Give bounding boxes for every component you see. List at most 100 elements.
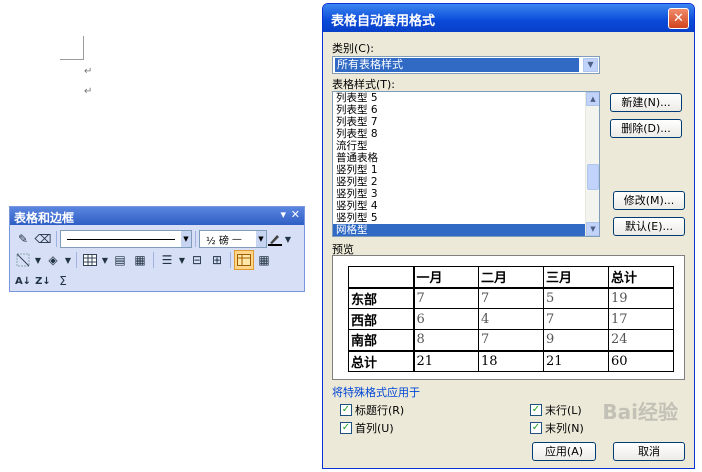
sort-descending-icon[interactable]: Z↓ [33, 271, 53, 291]
table-autoformat-icon[interactable] [234, 250, 254, 270]
toolbar-row-2: ▼ ◈ ▼ ▼ ▤ ▦ ☰ ▼ ⊟ ⊞ ▦ [13, 249, 274, 271]
style-list-item[interactable]: 普通表格 [333, 152, 599, 164]
style-list-item[interactable]: 列表型 7 [333, 116, 599, 128]
table-cell: 南部 [348, 329, 415, 351]
table-row: 西部 6 4 7 17 [348, 308, 674, 330]
page-corner-marker [60, 36, 84, 60]
style-list-item[interactable]: 列表型 6 [333, 104, 599, 116]
toolbar-close-icon[interactable]: ✕ [291, 208, 300, 221]
style-list-item[interactable]: 网格型 [333, 224, 599, 236]
toolbar-options-icon[interactable]: ▾ [280, 208, 286, 221]
style-scrollbar[interactable]: ▲ ▼ [585, 92, 599, 236]
toolbar-separator [56, 231, 57, 247]
checkbox-check-icon: ✓ [530, 422, 542, 434]
table-cell: 21 [413, 349, 479, 372]
default-button[interactable]: 默认(E)... [613, 217, 685, 236]
table-row: 一月 二月 三月 总计 [348, 266, 674, 289]
last-column-label: 末列(N) [545, 422, 584, 435]
eraser-icon[interactable]: ⌫ [33, 229, 53, 249]
checkbox-check-icon: ✓ [530, 404, 542, 416]
table-cell: 西部 [348, 308, 415, 330]
chevron-down-icon[interactable]: ▼ [177, 250, 187, 270]
chevron-down-icon[interactable]: ▼ [100, 250, 110, 270]
sort-ascending-icon[interactable]: A↓ [13, 271, 33, 291]
table-cell: 7 [478, 287, 544, 309]
last-column-checkbox[interactable]: ✓ 末列(N) [530, 420, 584, 436]
style-listbox[interactable]: 列表型 5 列表型 6 列表型 7 列表型 8 流行型 普通表格 竖列型 1 竖列型 2 竖列型… [332, 91, 600, 237]
line-style-preview [67, 238, 175, 240]
first-column-checkbox[interactable]: ✓ 首列(U) [340, 420, 394, 436]
table-row: 东部 7 7 5 19 [348, 287, 674, 309]
modify-button[interactable]: 修改(M)... [613, 191, 685, 210]
table-cell: 17 [608, 308, 674, 330]
style-list-item[interactable]: 列表型 5 [333, 92, 599, 104]
new-button[interactable]: 新建(N)... [610, 93, 682, 112]
toolbar-separator [153, 252, 154, 268]
style-list-item[interactable]: 列表型 8 [333, 128, 599, 140]
toolbar-row-1: ✎ ⌫ ▼ ½ 磅 — ▼ ▼ [13, 228, 293, 250]
table-cell: 60 [608, 349, 674, 372]
style-list-item[interactable]: 竖列型 4 [333, 200, 599, 212]
table-cell: 24 [608, 329, 674, 351]
table-cell: 18 [478, 349, 544, 372]
scroll-down-icon[interactable]: ▼ [586, 222, 599, 236]
cancel-button[interactable]: 取消 [613, 442, 685, 461]
gridlines-icon[interactable]: ▦ [254, 250, 274, 270]
style-list-item[interactable]: 流行型 [333, 140, 599, 152]
style-list-item[interactable]: 竖列型 1 [333, 164, 599, 176]
line-weight-combo[interactable]: ½ 磅 — ▼ [199, 230, 267, 248]
scroll-up-icon[interactable]: ▲ [586, 92, 599, 106]
chevron-down-icon[interactable]: ▼ [181, 231, 191, 247]
last-row-label: 末行(L) [545, 404, 582, 417]
chevron-down-icon[interactable]: ▼ [283, 229, 293, 249]
preview-table: 一月 二月 三月 总计 东部 7 7 5 19 西部 6 4 7 17 南部 8 7 9 24 总计 21 18 21 60 [348, 266, 674, 372]
style-label: 表格样式(T): [332, 78, 396, 91]
style-list-item[interactable]: 竖列型 3 [333, 188, 599, 200]
align-icon[interactable]: ☰ [157, 250, 177, 270]
table-cell: 7 [478, 329, 544, 351]
dialog-title-bar[interactable]: 表格自动套用格式 ✕ [323, 4, 694, 32]
border-color-icon[interactable] [267, 229, 283, 249]
header-row-checkbox[interactable]: ✓ 标题行(R) [340, 402, 404, 418]
last-row-checkbox[interactable]: ✓ 末行(L) [530, 402, 582, 418]
chevron-down-icon[interactable]: ▼ [583, 58, 598, 72]
table-autoformat-dialog: 表格自动套用格式 ✕ 类别(C): 所有表格样式 ▼ 表格样式(T): 列表型 … [322, 3, 695, 469]
line-style-combo[interactable]: ▼ [60, 230, 192, 248]
line-weight-dash: — [231, 233, 242, 245]
style-list-item[interactable]: 竖列型 5 [333, 212, 599, 224]
table-cell: 7 [413, 287, 479, 309]
autosum-icon[interactable]: Σ [53, 271, 73, 291]
draw-table-icon[interactable]: ✎ [13, 229, 33, 249]
style-list-item[interactable]: 竖列型 2 [333, 176, 599, 188]
style-list: 列表型 5 列表型 6 列表型 7 列表型 8 流行型 普通表格 竖列型 1 竖列型 2 竖列型… [333, 92, 599, 236]
borders-icon[interactable] [13, 250, 33, 270]
table-cell: 9 [543, 329, 609, 351]
category-select[interactable]: 所有表格样式 ▼ [332, 56, 600, 74]
delete-button[interactable]: 删除(D)... [610, 119, 682, 138]
shading-color-icon[interactable]: ◈ [43, 250, 63, 270]
table-cell: 8 [413, 329, 479, 351]
table-cell: 21 [543, 349, 609, 372]
table-cell: 东部 [348, 287, 415, 309]
chevron-down-icon[interactable]: ▼ [33, 250, 43, 270]
table-cell [348, 266, 415, 289]
checkbox-check-icon: ✓ [340, 404, 352, 416]
close-icon[interactable]: ✕ [668, 8, 689, 29]
apply-button[interactable]: 应用(A) [532, 442, 596, 461]
split-cells-icon[interactable]: ▦ [130, 250, 150, 270]
table-cell: 4 [478, 308, 544, 330]
table-cell: 6 [413, 308, 479, 330]
table-row: 南部 8 7 9 24 [348, 329, 674, 351]
chevron-down-icon[interactable]: ▼ [63, 250, 73, 270]
distribute-rows-icon[interactable]: ⊟ [187, 250, 207, 270]
scroll-thumb[interactable] [587, 164, 599, 190]
insert-table-icon[interactable] [80, 250, 100, 270]
table-cell: 19 [608, 287, 674, 309]
chevron-down-icon[interactable]: ▼ [256, 231, 266, 247]
category-label: 类别(C): [332, 42, 374, 55]
header-row-label: 标题行(R) [355, 404, 405, 417]
paragraph-mark: ↵ [84, 66, 93, 77]
merge-cells-icon[interactable]: ▤ [110, 250, 130, 270]
distribute-columns-icon[interactable]: ⊞ [207, 250, 227, 270]
toolbar-title-bar[interactable]: 表格和边框 ▾ ✕ [10, 207, 304, 225]
